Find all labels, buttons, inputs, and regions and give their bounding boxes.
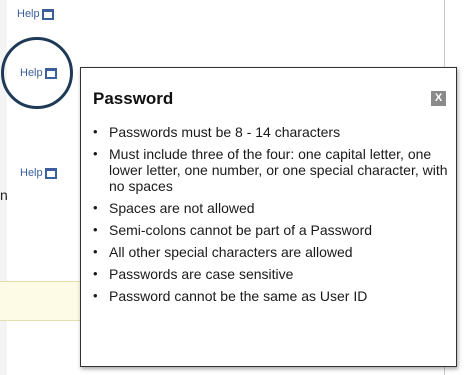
- page: Help Help Help n Password X Passwords mu…: [0, 0, 474, 375]
- rule-item: Passwords must be 8 - 14 characters: [91, 124, 451, 140]
- external-window-icon: [41, 8, 54, 20]
- password-help-popup: Password X Passwords must be 8 - 14 char…: [80, 67, 457, 367]
- popup-title: Password: [93, 89, 174, 108]
- clipped-label-text: n: [0, 187, 8, 203]
- help-link-label: Help: [20, 167, 43, 179]
- external-window-icon: [44, 167, 57, 179]
- help-link[interactable]: Help: [17, 8, 54, 20]
- rule-item: Passwords are case sensitive: [91, 266, 451, 282]
- rule-item: All other special characters are allowed: [91, 244, 451, 260]
- rule-item: Spaces are not allowed: [91, 200, 451, 216]
- rule-item: Password cannot be the same as User ID: [91, 288, 451, 304]
- highlight-circle: [1, 37, 73, 109]
- rule-item: Semi-colons cannot be part of a Password: [91, 222, 451, 238]
- help-link[interactable]: Help: [20, 167, 57, 179]
- close-button[interactable]: X: [431, 91, 446, 106]
- rule-item: Must include three of the four: one capi…: [91, 146, 451, 194]
- help-link-label: Help: [17, 8, 40, 20]
- password-rules-list: Passwords must be 8 - 14 characters Must…: [91, 124, 451, 310]
